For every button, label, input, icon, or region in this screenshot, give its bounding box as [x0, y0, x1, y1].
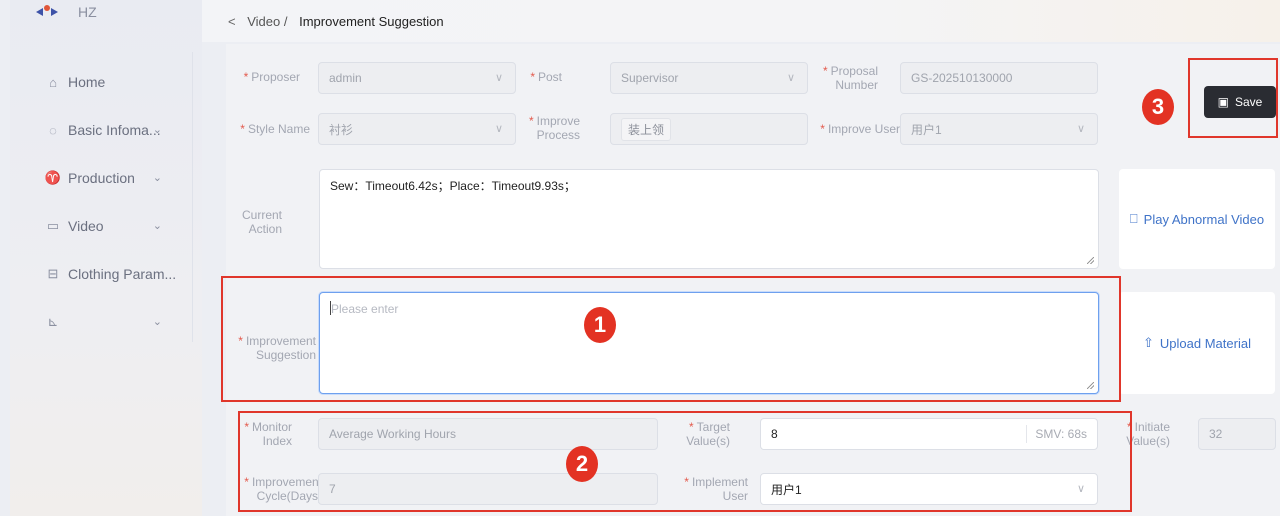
- initiate-value-value: 32: [1209, 427, 1223, 441]
- shirt-icon: ♈: [44, 170, 62, 185]
- shield-icon: ◌: [49, 122, 57, 138]
- top-bar: < Video / Improvement Suggestion: [202, 0, 1280, 42]
- post-label: * Post: [530, 70, 562, 84]
- proposal-number-label: * Proposal Number: [822, 64, 878, 92]
- chevron-down-icon: ⌄: [152, 172, 162, 184]
- sidebar-item-label: Video: [68, 218, 104, 234]
- style-name-value: 衬衫: [329, 122, 354, 137]
- chevron-down-icon: ⌄: [152, 124, 162, 136]
- current-action-textarea[interactable]: Sew：Timeout6.42s；Place：Timeout9.93s；: [319, 169, 1099, 269]
- upload-material-button[interactable]: ⇧ Upload Material: [1119, 292, 1275, 394]
- annotation-badge-2: 2: [566, 446, 598, 482]
- improve-user-value: 用户1: [911, 122, 942, 137]
- annotation-badge-1: 1: [584, 307, 616, 343]
- proposal-number-value: GS-202510130000: [911, 71, 1013, 85]
- chevron-down-icon: ∨: [786, 72, 795, 84]
- chart-icon: ⊾: [47, 314, 59, 329]
- sidebar-item-clothing-parameters[interactable]: ⊟ Clothing Param...: [10, 250, 202, 298]
- chevron-down-icon: ⌄: [152, 220, 162, 232]
- breadcrumb-parent[interactable]: Video: [247, 14, 280, 29]
- play-abnormal-video-button[interactable]: ⎕ Play Abnormal Video: [1119, 169, 1275, 269]
- play-abnormal-video-label: Play Abnormal Video: [1143, 211, 1265, 227]
- sidebar-item-home[interactable]: ⌂ Home: [10, 58, 202, 106]
- improve-process-select[interactable]: 装上领: [610, 113, 808, 145]
- upload-icon: ⇧: [1143, 335, 1154, 350]
- breadcrumb: < Video / Improvement Suggestion: [228, 14, 444, 29]
- sidebar-item-label: Basic Infoma...: [68, 122, 161, 138]
- annotation-box-3: [1188, 58, 1278, 138]
- sidebar-nav: ⌂ Home ◌ Basic Infoma... ⌄ ♈ Production …: [10, 58, 202, 346]
- proposer-select[interactable]: admin ∨: [318, 62, 516, 94]
- improve-user-select[interactable]: 用户1 ∨: [900, 113, 1098, 145]
- brand-name: HZ: [78, 4, 97, 20]
- home-icon: ⌂: [49, 74, 57, 90]
- chevron-down-icon: ∨: [494, 72, 503, 84]
- sidebar-item-production[interactable]: ♈ Production ⌄: [10, 154, 202, 202]
- annotation-badge-3: 3: [1142, 89, 1174, 125]
- breadcrumb-current: Improvement Suggestion: [299, 14, 444, 29]
- clothing-param-icon: ⊟: [47, 266, 59, 281]
- sidebar-item-chart[interactable]: ⊾ ⌄: [10, 298, 202, 346]
- sidebar-item-label: Home: [68, 74, 106, 90]
- video-icon: ▭: [46, 218, 60, 233]
- improve-process-label: * Improve Process: [528, 114, 580, 142]
- sidebar-item-label: Clothing Param...: [68, 266, 177, 282]
- annotation-box-1: [221, 276, 1121, 402]
- video-icon: ⎕: [1129, 211, 1138, 226]
- logo: HZ: [36, 4, 97, 20]
- proposer-label: * Proposer: [243, 70, 300, 84]
- proposal-number-field: GS-202510130000: [900, 62, 1098, 94]
- post-select[interactable]: Supervisor ∨: [610, 62, 808, 94]
- resize-handle[interactable]: [1087, 257, 1094, 264]
- brand-logo-icon: [36, 5, 58, 19]
- current-action-value: Sew：Timeout6.42s；Place：Timeout9.93s；: [330, 179, 576, 193]
- sidebar-item-video[interactable]: ▭ Video ⌄: [10, 202, 202, 250]
- back-chevron-icon[interactable]: <: [228, 14, 236, 29]
- current-action-label: Current Action: [241, 208, 282, 236]
- proposer-value: admin: [329, 71, 362, 85]
- sidebar: HZ ⌂ Home ◌ Basic Infoma... ⌄ ♈ Producti…: [10, 0, 202, 516]
- chevron-down-icon: ∨: [494, 123, 503, 135]
- improve-user-label: * Improve User: [820, 122, 900, 136]
- annotation-box-2: [238, 411, 1132, 512]
- style-name-label: * Style Name: [240, 122, 310, 136]
- style-name-select[interactable]: 衬衫 ∨: [318, 113, 516, 145]
- upload-material-label: Upload Material: [1159, 335, 1251, 351]
- initiate-value-field: 32: [1198, 418, 1276, 450]
- improve-process-tag: 装上领: [621, 117, 672, 141]
- breadcrumb-separator: /: [283, 14, 288, 29]
- chevron-down-icon: ∨: [1076, 123, 1085, 135]
- post-value: Supervisor: [621, 71, 679, 85]
- sidebar-item-label: Production: [68, 170, 135, 186]
- chevron-down-icon: ⌄: [152, 316, 162, 328]
- sidebar-item-basic-information[interactable]: ◌ Basic Infoma... ⌄: [10, 106, 202, 154]
